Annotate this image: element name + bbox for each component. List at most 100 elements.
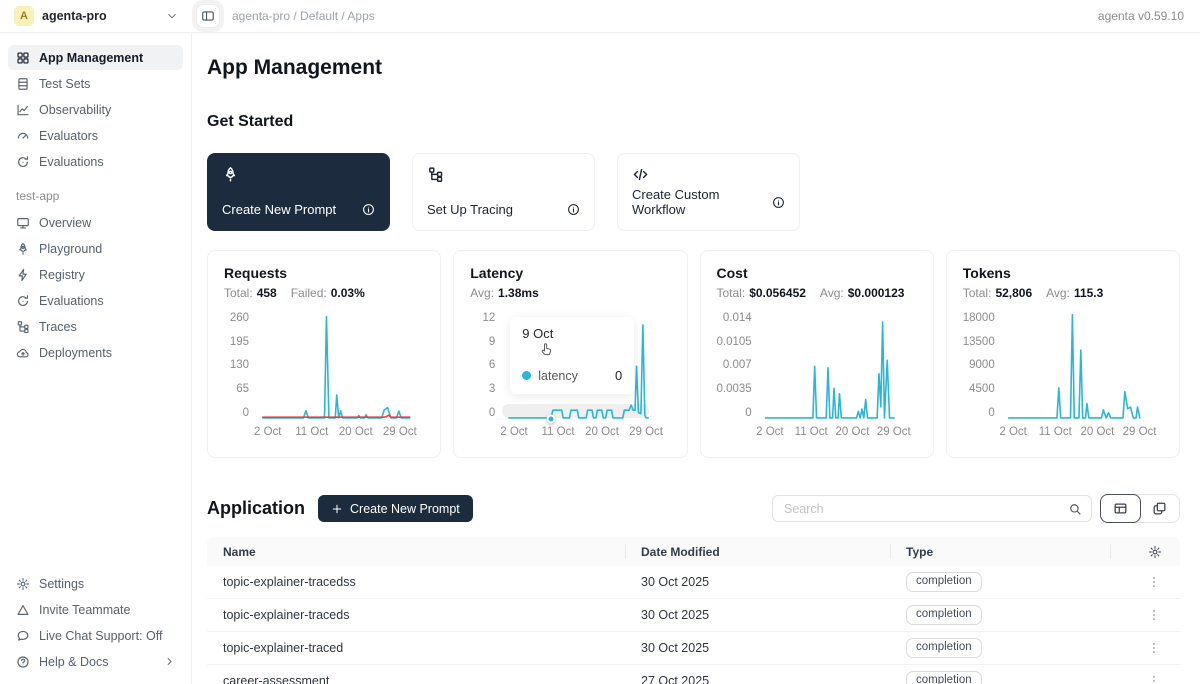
chart-tooltip-series: latency	[538, 369, 578, 383]
plus-icon	[331, 503, 343, 515]
sidebar-item-invite-teammate[interactable]: Invite Teammate	[8, 597, 183, 622]
sidebar-item-label: Overview	[39, 216, 91, 230]
get-started-card-footer: Set Up Tracing	[427, 202, 580, 217]
table-header: NameDate ModifiedType	[207, 537, 1180, 566]
date-modified-cell: 30 Oct 2025	[625, 608, 890, 622]
sidebar-toggle-button[interactable]	[196, 4, 220, 28]
sidebar-item-observability[interactable]: Observability	[8, 97, 183, 122]
x-axis: 2 Oct11 Oct20 Oct29 Oct	[504, 419, 670, 437]
sidebar-item-deployments[interactable]: Deployments	[8, 340, 183, 365]
applications-table: NameDate ModifiedType topic-explainer-tr…	[207, 537, 1180, 684]
workspace-selector[interactable]: A agenta-pro	[0, 6, 192, 26]
sidebar-item-help-docs[interactable]: Help & Docs	[8, 649, 183, 674]
column-header-type: Type	[890, 537, 1110, 566]
x-axis: 2 Oct11 Oct20 Oct29 Oct	[1004, 419, 1163, 437]
sidebar-item-evaluations[interactable]: Evaluations	[8, 288, 183, 313]
column-settings-cell[interactable]	[1110, 537, 1180, 566]
x-axis: 2 Oct11 Oct20 Oct29 Oct	[258, 419, 424, 437]
metric-card-tokens: TokensTotal:52,806Avg:115.31800013500900…	[946, 250, 1180, 458]
app-name-cell: career-assessment	[207, 674, 625, 684]
type-tag: completion	[906, 605, 982, 626]
bolt-icon	[16, 268, 30, 282]
row-menu-icon[interactable]	[1147, 575, 1161, 589]
chat-icon	[16, 629, 30, 643]
row-actions-cell	[1110, 575, 1180, 589]
tokens-chart-plot[interactable]	[1004, 313, 1163, 419]
sidebar-item-label: Playground	[39, 242, 102, 256]
type-cell: completion	[890, 572, 1110, 593]
sidebar-item-label: Registry	[39, 268, 85, 282]
cloud-icon	[16, 346, 30, 360]
x-axis: 2 Oct11 Oct20 Oct29 Oct	[761, 419, 917, 437]
table-row[interactable]: career-assessment27 Oct 2025completion	[207, 665, 1180, 684]
sidebar-item-label: Evaluators	[39, 129, 98, 143]
sidebar-item-test-sets[interactable]: Test Sets	[8, 71, 183, 96]
sidebar-item-evaluations[interactable]: Evaluations	[8, 149, 183, 174]
panel-icon	[201, 9, 215, 23]
sidebar-item-label: Live Chat Support: Off	[39, 629, 162, 643]
top-header: A agenta-pro agenta-pro / Default / Apps…	[0, 0, 1200, 33]
info-icon[interactable]	[772, 196, 785, 209]
sidebar-item-overview[interactable]: Overview	[8, 210, 183, 235]
chart-tooltip-row: latency0	[522, 368, 622, 383]
metric-title: Latency	[470, 265, 670, 281]
sidebar-item-registry[interactable]: Registry	[8, 262, 183, 287]
type-cell: completion	[890, 605, 1110, 626]
requests-chart-plot[interactable]	[258, 313, 424, 419]
application-header: Application Create New Prompt	[207, 494, 1180, 523]
table-row[interactable]: topic-explainer-traceds30 Oct 2025comple…	[207, 599, 1180, 632]
cost-chart-plot[interactable]	[761, 313, 917, 419]
refresh-icon	[16, 155, 30, 169]
row-menu-icon[interactable]	[1147, 641, 1161, 655]
series-color-dot	[522, 371, 531, 380]
get-started-card-footer: Create Custom Workflow	[632, 187, 785, 217]
grid-icon	[16, 51, 30, 65]
metric-title: Tokens	[963, 265, 1163, 281]
info-icon[interactable]	[362, 203, 375, 216]
get-started-card-set-up-tracing[interactable]: Set Up Tracing	[412, 153, 595, 231]
sidebar-item-app-management[interactable]: App Management	[8, 45, 183, 70]
table-row[interactable]: topic-explainer-traced30 Oct 2025complet…	[207, 632, 1180, 665]
get-started-card-create-new-prompt[interactable]: Create New Prompt	[207, 153, 390, 231]
row-actions-cell	[1110, 674, 1180, 684]
app-version: agenta v0.59.10	[1098, 9, 1200, 23]
type-cell: completion	[890, 671, 1110, 684]
chevron-down-icon	[166, 10, 178, 22]
type-cell: completion	[890, 638, 1110, 659]
sidebar-item-label: Observability	[39, 103, 111, 117]
table-row[interactable]: topic-explainer-tracedss30 Oct 2025compl…	[207, 566, 1180, 599]
code-icon	[632, 166, 785, 183]
get-started-title: Get Started	[207, 113, 1180, 131]
refresh-icon	[16, 294, 30, 308]
sidebar-item-label: Traces	[39, 320, 77, 334]
info-icon[interactable]	[567, 203, 580, 216]
search-box[interactable]	[772, 495, 1092, 522]
get-started-card-create-custom-workflow[interactable]: Create Custom Workflow	[617, 153, 800, 231]
type-tag: completion	[906, 638, 982, 659]
gear-icon	[16, 577, 30, 591]
column-header-name: Name	[207, 537, 625, 566]
sidebar-item-label: Evaluations	[39, 155, 104, 169]
table-view-button[interactable]	[1100, 494, 1141, 523]
sidebar-item-traces[interactable]: Traces	[8, 314, 183, 339]
series-cost	[765, 322, 894, 418]
row-menu-icon[interactable]	[1147, 674, 1161, 684]
application-toolbar	[772, 494, 1180, 523]
metric-title: Cost	[717, 265, 917, 281]
search-input[interactable]	[784, 502, 1068, 516]
sidebar-item-evaluators[interactable]: Evaluators	[8, 123, 183, 148]
row-menu-icon[interactable]	[1147, 608, 1161, 622]
triangle-icon	[16, 603, 30, 617]
sidebar-main-nav: App ManagementTest Sets Observability Eval…	[8, 45, 183, 174]
card-view-button[interactable]	[1140, 495, 1179, 522]
create-new-prompt-button[interactable]: Create New Prompt	[318, 495, 473, 522]
row-actions-cell	[1110, 641, 1180, 655]
get-started-card-label: Create New Prompt	[222, 202, 336, 217]
metric-stat: Avg:$0.000123	[820, 286, 905, 300]
sidebar-item-live-chat-support-off[interactable]: Live Chat Support: Off	[8, 623, 183, 648]
series-tokens	[1008, 315, 1139, 418]
sidebar-item-settings[interactable]: Settings	[8, 571, 183, 596]
sidebar-item-playground[interactable]: Playground	[8, 236, 183, 261]
sidebar-item-label: Settings	[39, 577, 84, 591]
sidebar-bottom-nav: Settings Invite Teammate Live Chat Support…	[8, 571, 183, 674]
